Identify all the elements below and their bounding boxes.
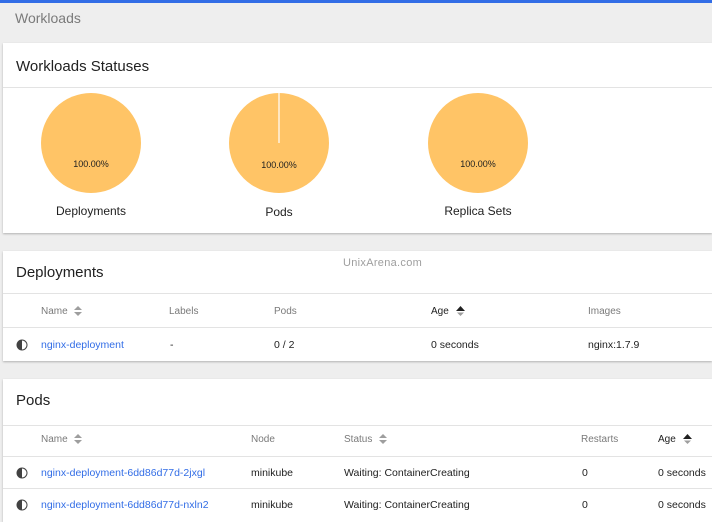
- sort-ascending-icon: [455, 306, 465, 317]
- replica-sets-pie-label: Replica Sets: [444, 204, 512, 218]
- pending-status-icon: [16, 339, 28, 351]
- statuses-title: Workloads Statuses: [16, 58, 150, 75]
- deployments-header-name-label: Name: [41, 306, 68, 317]
- top-accent-bar: [0, 0, 712, 3]
- workloads-statuses-card: Workloads Statuses 100.00% Deployments 1…: [3, 43, 712, 233]
- pod-name-link[interactable]: nginx-deployment-6dd86d77d-2jxgl: [41, 467, 205, 479]
- page-title: Workloads: [15, 10, 81, 26]
- pods-pie-label: Pods: [265, 205, 293, 219]
- pods-row-divider: [3, 488, 712, 489]
- pods-header-age[interactable]: Age: [658, 434, 692, 445]
- deployment-pods: 0 / 2: [274, 339, 295, 351]
- pod-name-link[interactable]: nginx-deployment-6dd86d77d-nxln2: [41, 499, 209, 511]
- deployments-header-labels: Labels: [169, 306, 199, 317]
- sort-ascending-icon: [682, 434, 692, 445]
- pod-restarts: 0: [582, 499, 588, 511]
- pods-title: Pods: [16, 392, 51, 409]
- pods-header-restarts: Restarts: [581, 434, 619, 445]
- deployments-header-pods: Pods: [274, 306, 297, 317]
- deployments-divider: [3, 293, 712, 294]
- deployments-pie-slice: [41, 93, 141, 193]
- pod-status: Waiting: ContainerCreating: [344, 499, 470, 511]
- deployment-age: 0 seconds: [431, 339, 479, 351]
- pods-header-name-label: Name: [41, 434, 68, 445]
- sort-icon: [74, 306, 83, 317]
- pods-header-node: Node: [251, 434, 275, 445]
- deployments-pie-label: Deployments: [55, 204, 127, 218]
- pod-age: 0 seconds: [658, 467, 706, 479]
- pods-pie-chart: [229, 93, 329, 193]
- replica-sets-pie-chart: [428, 93, 528, 193]
- pending-status-icon: [16, 467, 28, 479]
- pod-status: Waiting: ContainerCreating: [344, 467, 470, 479]
- pods-header-age-label: Age: [658, 434, 676, 445]
- pods-header-status-label: Status: [344, 434, 373, 445]
- pods-divider: [3, 425, 712, 426]
- watermark: UnixArena.com: [343, 257, 423, 269]
- sort-icon: [74, 434, 83, 445]
- statuses-divider: [3, 87, 712, 88]
- deployment-labels: -: [170, 339, 174, 351]
- deployments-header-name[interactable]: Name: [41, 306, 83, 317]
- deployments-header-age-label: Age: [431, 306, 449, 317]
- deployments-header-divider: [3, 327, 712, 328]
- deployments-header-age[interactable]: Age: [431, 306, 465, 317]
- deployment-images: nginx:1.7.9: [588, 339, 640, 351]
- deployment-name-link[interactable]: nginx-deployment: [41, 339, 124, 351]
- pods-header-name[interactable]: Name: [41, 434, 83, 445]
- pod-restarts: 0: [582, 467, 588, 479]
- pods-pie-percent: 100.00%: [261, 160, 297, 170]
- pod-age: 0 seconds: [658, 499, 706, 511]
- replica-sets-pie-percent: 100.00%: [460, 159, 496, 169]
- pods-header-divider: [3, 456, 712, 457]
- pods-header-status[interactable]: Status: [344, 434, 388, 445]
- deployments-pie-percent: 100.00%: [73, 159, 109, 169]
- pending-status-icon: [16, 499, 28, 511]
- deployments-title: Deployments: [16, 264, 104, 281]
- deployments-pie-chart: [41, 93, 141, 193]
- deployments-header-images: Images: [588, 306, 621, 317]
- pods-card: Pods Name Node Status Restarts Age nginx…: [3, 379, 712, 522]
- pod-node: minikube: [251, 499, 294, 511]
- sort-icon: [379, 434, 388, 445]
- pod-node: minikube: [251, 467, 294, 479]
- replica-sets-pie-slice: [428, 93, 528, 193]
